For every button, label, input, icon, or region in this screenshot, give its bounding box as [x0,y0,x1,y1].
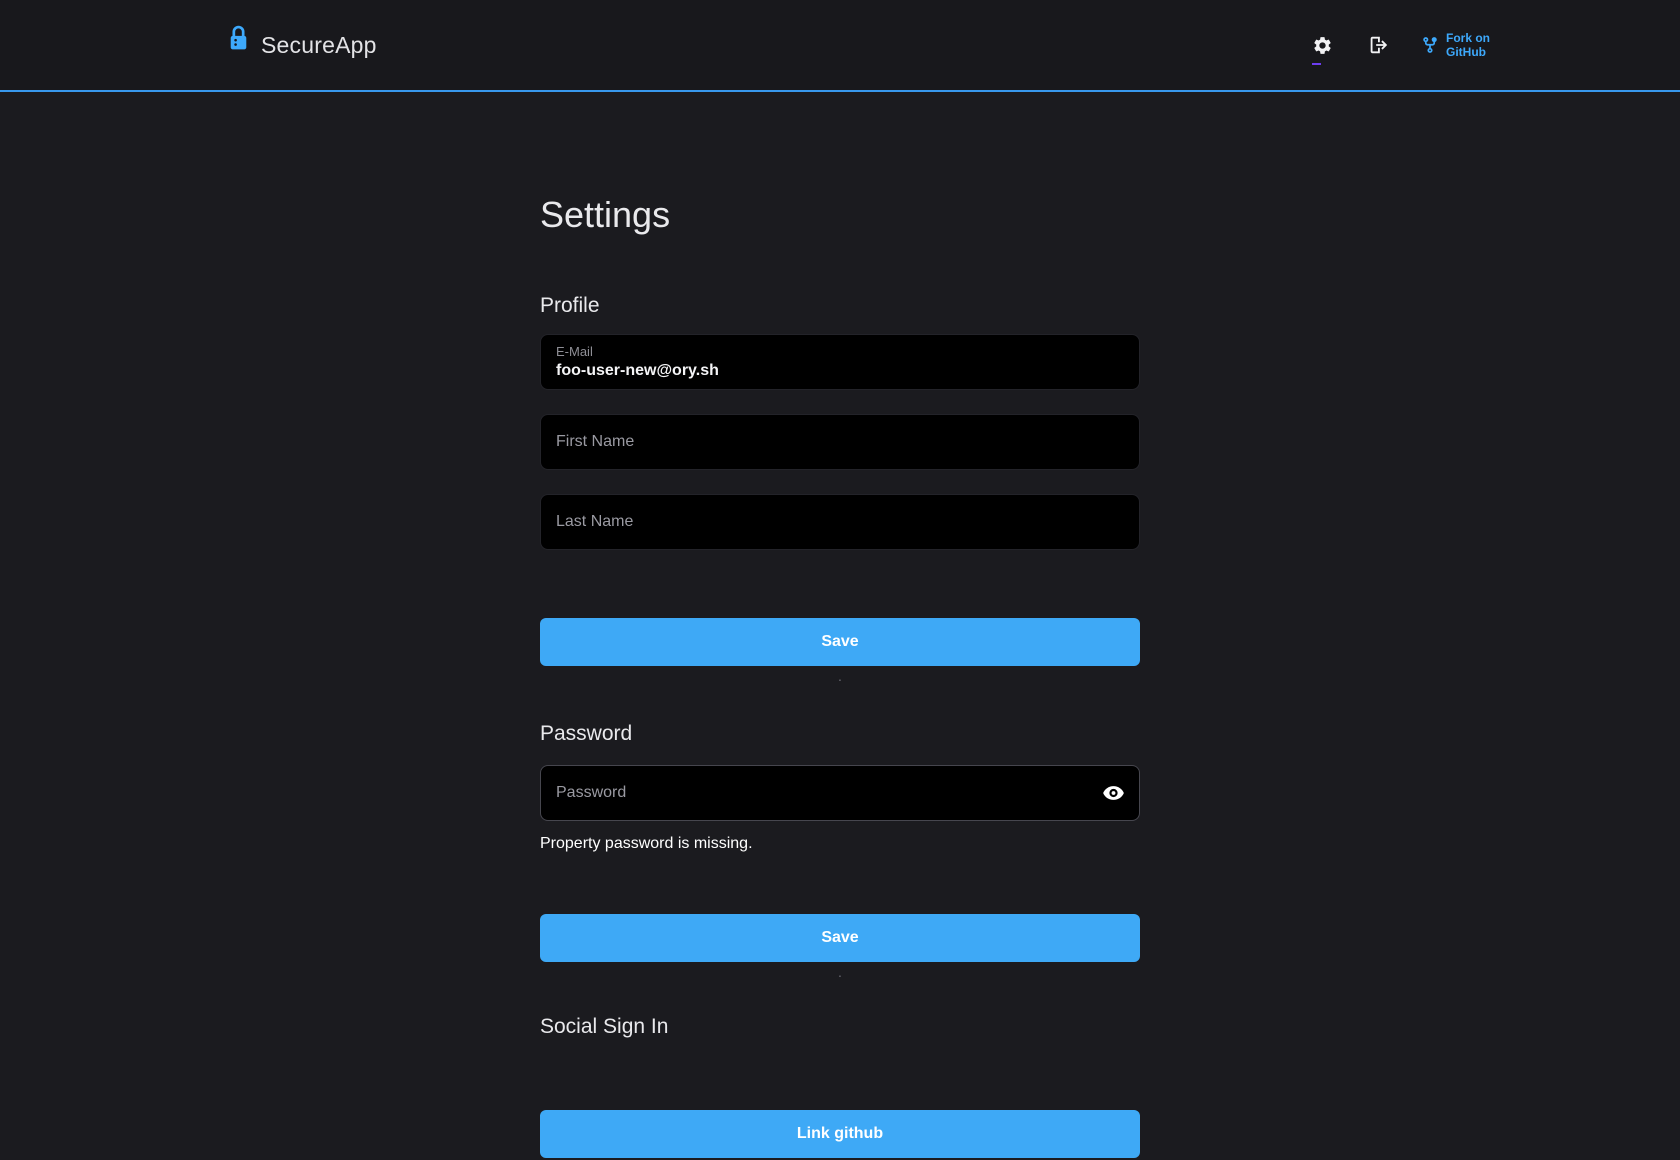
save-password-button[interactable]: Save [540,914,1140,962]
eye-icon [1102,782,1125,805]
fork-link-label: Fork on GitHub [1446,31,1490,59]
profile-section: Profile E-Mail Save . [540,293,1140,684]
email-input[interactable] [556,360,1124,380]
app-title: SecureApp [261,32,377,59]
gear-active-indicator [1312,63,1321,65]
app-logo[interactable]: SecureApp [228,32,377,59]
social-sign-in-heading: Social Sign In [540,1014,1140,1040]
email-label: E-Mail [556,344,1124,360]
gear-icon [1312,35,1333,56]
password-error-message: Property password is missing. [540,834,1140,854]
settings-page: Settings Profile E-Mail Save . Password [540,193,1140,1158]
fork-on-github-link[interactable]: Fork on GitHub [1421,31,1490,59]
header-actions: Fork on GitHub [1310,31,1490,59]
profile-save-dot: . [540,668,1140,684]
password-save-dot: . [540,964,1140,980]
password-field [540,765,1140,821]
link-github-button[interactable]: Link github [540,1110,1140,1158]
password-input[interactable] [540,765,1140,821]
git-fork-icon [1421,36,1439,54]
page-title: Settings [540,193,1140,237]
email-field[interactable]: E-Mail [540,334,1140,390]
profile-heading: Profile [540,293,1140,319]
logout-button[interactable] [1365,32,1391,58]
logout-icon [1367,34,1389,56]
password-section: Password Property password is missing. S… [540,721,1140,980]
toggle-password-visibility-button[interactable] [1102,782,1125,805]
save-profile-button[interactable]: Save [540,618,1140,666]
settings-button[interactable] [1310,33,1335,58]
lock-icon [228,32,249,59]
last-name-input[interactable] [540,494,1140,550]
social-sign-in-section: Social Sign In Link github [540,1014,1140,1158]
first-name-input[interactable] [540,414,1140,470]
password-heading: Password [540,721,1140,747]
top-navbar: SecureApp [0,0,1680,92]
